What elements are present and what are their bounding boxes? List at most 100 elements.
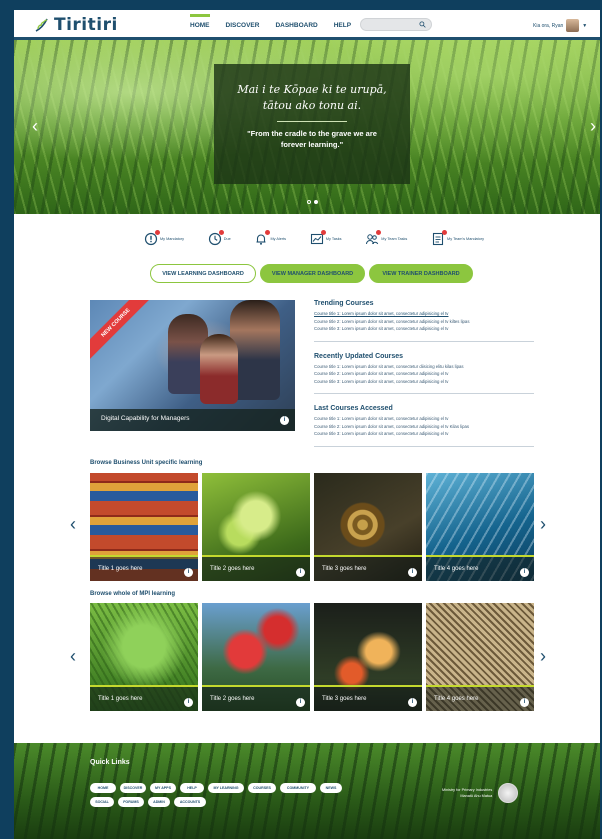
info-icon[interactable]: i — [184, 568, 193, 577]
course-card[interactable]: Title 3 goes here i — [314, 473, 422, 581]
info-icon[interactable]: i — [280, 416, 289, 425]
quick-link-news[interactable]: NEWS — [320, 783, 342, 793]
course-card[interactable]: Title 1 goes here i — [90, 473, 198, 581]
course-link[interactable]: Course title 1: Lorem ipsum dolor sit am… — [314, 310, 534, 318]
chevron-right-icon[interactable]: › — [540, 514, 546, 535]
chart-icon — [310, 230, 326, 246]
chevron-down-icon[interactable]: ▼ — [582, 23, 587, 29]
course-link[interactable]: Course title 3: Lorem ipsum dolor sit am… — [314, 325, 534, 333]
nav-dashboard[interactable]: DASHBOARD — [275, 19, 317, 29]
avatar[interactable] — [566, 19, 580, 32]
course-card[interactable]: Title 4 goes here i — [426, 473, 534, 581]
course-link[interactable]: Course title 3: Lorem ipsum dolor sit am… — [314, 430, 534, 438]
quick-link-courses[interactable]: COURSES — [248, 783, 276, 793]
featured-course-card[interactable]: NEW COURSE Digital Capability for Manage… — [90, 300, 295, 431]
divider — [314, 445, 534, 447]
hero-dot-1[interactable] — [307, 200, 311, 204]
hero-english-quote: "From the cradle to the grave we are for… — [247, 129, 377, 149]
hero-dot-2[interactable] — [314, 200, 318, 204]
hero-prev-arrow-icon[interactable]: ‹ — [32, 116, 38, 137]
footer: Quick Links HOME DISCOVER MY APPS HELP M… — [14, 743, 600, 839]
divider — [314, 393, 534, 394]
card-title: Title 4 goes here — [434, 696, 479, 702]
search-input[interactable] — [360, 18, 432, 31]
main-nav: HOME DISCOVER DASHBOARD HELP — [190, 14, 351, 29]
feature-photo-person — [200, 334, 238, 404]
course-link[interactable]: Course title 1: Lorem ipsum dolor sit am… — [314, 415, 534, 423]
fern-logo-icon — [35, 18, 48, 32]
stat-due[interactable]: Due — [208, 230, 231, 246]
recently-updated-courses: Recently Updated Courses Course title 1:… — [314, 352, 534, 394]
quick-link-community[interactable]: COMMUNITY — [280, 783, 316, 793]
course-card[interactable]: Title 3 goes here i — [314, 603, 422, 711]
quick-link-discover[interactable]: DISCOVER — [120, 783, 146, 793]
hero-pagination — [307, 200, 318, 204]
view-learning-dashboard-button[interactable]: VIEW LEARNING DASHBOARD — [150, 264, 256, 283]
chevron-right-icon[interactable]: › — [540, 646, 546, 667]
quick-link-my-apps[interactable]: MY APPS — [150, 783, 176, 793]
chevron-left-icon[interactable]: ‹ — [70, 646, 76, 667]
recently-updated-title: Recently Updated Courses — [314, 352, 404, 360]
course-link[interactable]: Course title 2: Lorem ipsum dolor sit am… — [314, 423, 534, 431]
hero-banner: Mai i te Kōpae ki te urupā, tātou ako to… — [14, 40, 600, 214]
page: Tiritiri HOME DISCOVER DASHBOARD HELP Ki… — [14, 10, 600, 839]
hero-next-arrow-icon[interactable]: › — [590, 116, 596, 137]
card-title: Title 2 goes here — [210, 566, 255, 572]
course-link[interactable]: Course title 1: Lorem ipsum dolor sit am… — [314, 363, 534, 371]
hero-maori-quote: Mai i te Kōpae ki te urupā, tātou ako to… — [214, 82, 410, 114]
feature-title: Digital Capability for Managers — [101, 415, 190, 422]
trending-courses-title: Trending Courses — [314, 300, 374, 307]
notification-badge — [218, 230, 224, 235]
info-icon[interactable]: i — [520, 568, 529, 577]
last-courses-accessed: Last Courses Accessed Course title 1: Lo… — [314, 405, 534, 447]
business-unit-title: Browse Business Unit specific learning — [90, 460, 203, 466]
hero-maori-line-2: tātou ako tonu ai. — [262, 99, 362, 112]
quick-links-row-2: SOCIAL FORUMS ADMIN ACCOUNTS — [90, 797, 206, 807]
course-card[interactable]: Title 1 goes here i — [90, 603, 198, 711]
logo[interactable]: Tiritiri — [34, 14, 118, 36]
last-accessed-title: Last Courses Accessed — [314, 405, 393, 412]
info-icon[interactable]: i — [296, 568, 305, 577]
info-icon[interactable]: i — [296, 698, 305, 707]
info-icon[interactable]: i — [408, 698, 417, 707]
quick-link-help[interactable]: HELP — [180, 783, 204, 793]
course-card[interactable]: Title 2 goes here i — [202, 603, 310, 711]
user-greeting: Kia ora, Ryan — [533, 22, 564, 29]
stat-my-alerts[interactable]: My Alerts — [254, 230, 286, 246]
card-title: Title 1 goes here — [98, 696, 143, 702]
course-card[interactable]: Title 2 goes here i — [202, 473, 310, 581]
quick-link-home[interactable]: HOME — [90, 783, 116, 793]
nz-crest-icon — [498, 783, 519, 803]
info-icon[interactable]: i — [184, 698, 193, 707]
header: Tiritiri HOME DISCOVER DASHBOARD HELP Ki… — [14, 10, 600, 40]
nav-help[interactable]: HELP — [334, 19, 351, 29]
stat-my-mandatory[interactable]: My Mandatory — [144, 230, 185, 246]
info-icon[interactable]: i — [408, 568, 417, 577]
quick-link-forums[interactable]: FORUMS — [118, 797, 144, 807]
search-icon[interactable] — [419, 21, 426, 28]
info-icon[interactable]: i — [520, 698, 529, 707]
view-manager-dashboard-button[interactable]: VIEW MANAGER DASHBOARD — [260, 264, 365, 283]
ministry-branding[interactable]: Ministry for Primary Industries Manatū A… — [442, 783, 519, 803]
course-link[interactable]: Course title 2: Lorem ipsum dolor sit am… — [314, 370, 534, 378]
course-card[interactable]: Title 4 goes here i — [426, 603, 534, 711]
view-trainer-dashboard-button[interactable]: VIEW TRAINER DASHBOARD — [369, 264, 473, 283]
stat-label: My Mandatory — [160, 237, 185, 241]
stat-my-team-tasks[interactable]: My Team Tasks — [365, 230, 407, 246]
quick-link-accounts[interactable]: ACCOUNTS — [174, 797, 206, 807]
chevron-left-icon[interactable]: ‹ — [70, 514, 76, 535]
quick-link-admin[interactable]: ADMIN — [148, 797, 170, 807]
hero-maori-line-1: Mai i te Kōpae ki te urupā, — [237, 83, 387, 96]
notification-badge — [320, 230, 326, 235]
user-menu[interactable]: Kia ora, Ryan ▼ — [533, 19, 587, 32]
quick-link-my-learning[interactable]: MY LEARNING — [208, 783, 244, 793]
quick-link-social[interactable]: SOCIAL — [90, 797, 114, 807]
course-link[interactable]: Course title 3: Lorem ipsum dolor sit am… — [314, 378, 534, 386]
nav-home[interactable]: HOME — [190, 14, 210, 29]
course-lists: Trending Courses Course title 1: Lorem i… — [314, 300, 534, 458]
course-link[interactable]: Course title 2: Lorem ipsum dolor sit am… — [314, 318, 534, 326]
nav-discover[interactable]: DISCOVER — [226, 19, 260, 29]
stat-my-tasks[interactable]: My Tasks — [310, 230, 342, 246]
stat-my-teams-mandatory[interactable]: My Team's Mandatory — [431, 230, 484, 246]
quick-links-title: Quick Links — [90, 759, 130, 766]
